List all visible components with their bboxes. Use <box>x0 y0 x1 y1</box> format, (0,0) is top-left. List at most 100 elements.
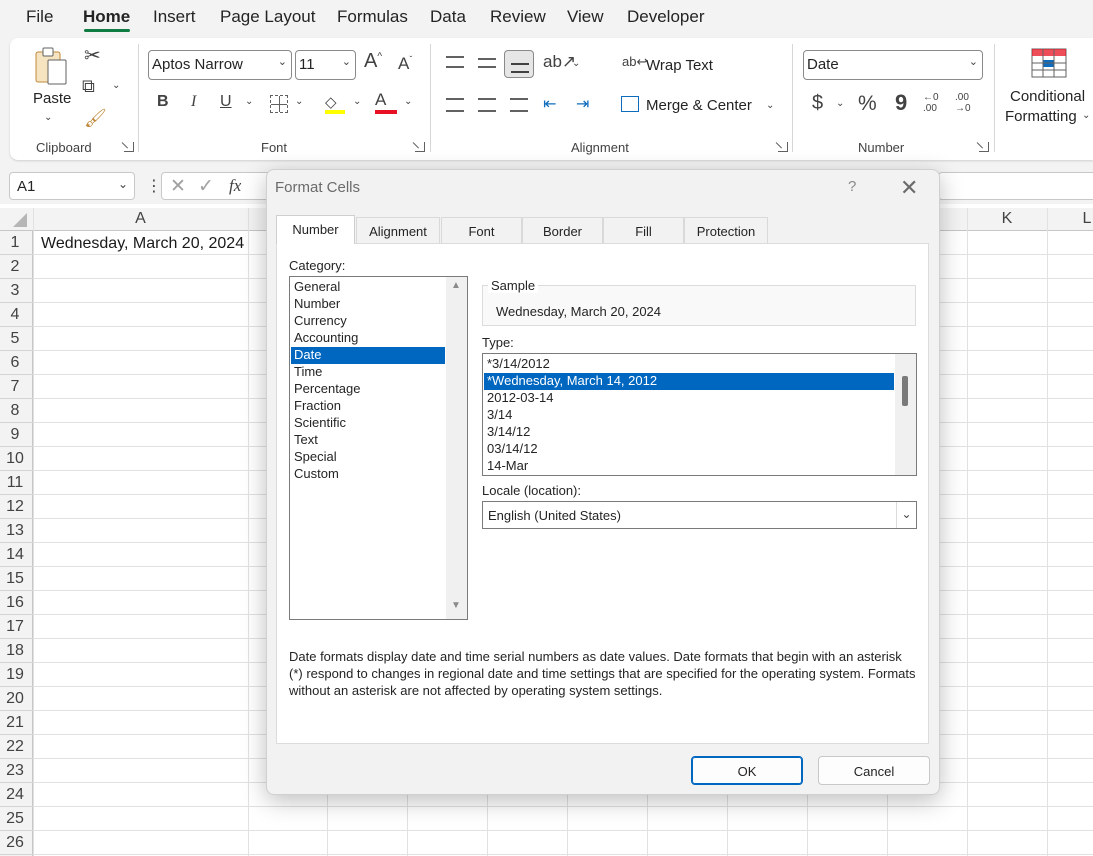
align-bottom-button[interactable] <box>504 50 534 78</box>
number-format-select[interactable]: Date ⌄ <box>803 50 983 80</box>
category-item[interactable]: Time <box>294 364 445 381</box>
category-item[interactable]: General <box>294 279 445 296</box>
menu-tab-insert[interactable]: Insert <box>153 7 196 27</box>
category-item[interactable]: Accounting <box>294 330 445 347</box>
borders-icon[interactable] <box>270 95 288 113</box>
align-left-icon[interactable] <box>446 98 464 112</box>
category-item[interactable]: Currency <box>294 313 445 330</box>
row-header[interactable]: 6 <box>0 354 30 372</box>
type-item[interactable]: *3/14/2012 <box>487 356 893 373</box>
font-color-icon[interactable]: A <box>375 90 397 116</box>
menu-tab-formulas[interactable]: Formulas <box>337 7 408 27</box>
category-item[interactable]: Custom <box>294 466 445 483</box>
shrink-font-icon[interactable]: Aˇ <box>398 54 412 74</box>
bold-button[interactable]: B <box>157 93 169 111</box>
orientation-dropdown-icon[interactable]: ⌄ <box>572 58 580 69</box>
font-size-select[interactable]: 11 ⌄ <box>295 50 356 80</box>
underline-dropdown-icon[interactable]: ⌄ <box>245 96 253 107</box>
number-launcher-icon[interactable] <box>979 142 989 152</box>
type-item[interactable]: 03/14/12 <box>487 441 893 458</box>
tab-border[interactable]: Border <box>522 217 603 243</box>
percent-style-button[interactable]: % <box>858 92 877 116</box>
row-header[interactable]: 24 <box>0 786 30 804</box>
cancel-entry-icon[interactable]: ✕ <box>170 175 186 198</box>
row-header[interactable]: 4 <box>0 306 30 324</box>
increase-decimal-icon[interactable]: ←0.00 <box>923 92 949 118</box>
category-item[interactable]: Number <box>294 296 445 313</box>
menu-tab-file[interactable]: File <box>26 7 53 27</box>
cell-a1[interactable]: Wednesday, March 20, 2024 <box>41 235 244 253</box>
font-launcher-icon[interactable] <box>415 142 425 152</box>
row-header[interactable]: 10 <box>0 450 30 468</box>
row-header[interactable]: 3 <box>0 282 30 300</box>
category-item[interactable]: Date <box>291 347 445 364</box>
row-header[interactable]: 8 <box>0 402 30 420</box>
row-header[interactable]: 13 <box>0 522 30 540</box>
menu-tab-view[interactable]: View <box>567 7 604 27</box>
type-scrollbar[interactable] <box>895 354 916 475</box>
increase-indent-icon[interactable]: ⇥ <box>576 94 589 114</box>
row-header[interactable]: 25 <box>0 810 30 828</box>
tab-font[interactable]: Font <box>441 217 522 243</box>
category-item[interactable]: Scientific <box>294 415 445 432</box>
align-middle-icon[interactable] <box>478 58 496 68</box>
accounting-dropdown-icon[interactable]: ⌄ <box>836 98 844 109</box>
category-item[interactable]: Percentage <box>294 381 445 398</box>
grow-font-icon[interactable]: A^ <box>364 50 382 73</box>
fill-color-icon[interactable]: ◇ <box>325 93 345 115</box>
merge-center-dropdown-icon[interactable]: ⌄ <box>766 100 774 111</box>
row-header[interactable]: 16 <box>0 594 30 612</box>
row-header[interactable]: 7 <box>0 378 30 396</box>
font-color-dropdown-icon[interactable]: ⌄ <box>404 96 412 107</box>
conditional-formatting-icon[interactable] <box>1031 48 1067 78</box>
type-item[interactable]: 3/14 <box>487 407 893 424</box>
row-header[interactable]: 26 <box>0 834 30 852</box>
category-scrollbar[interactable]: ▲ ▼ <box>446 277 467 619</box>
paste-dropdown-icon[interactable]: ⌄ <box>44 112 52 123</box>
formula-input[interactable] <box>938 172 1093 200</box>
conditional-formatting-dropdown-icon[interactable]: ⌄ <box>1082 110 1090 121</box>
tab-protection[interactable]: Protection <box>684 217 768 243</box>
merge-center-icon[interactable] <box>621 96 639 112</box>
row-header[interactable]: 2 <box>0 258 30 276</box>
more-options-icon[interactable]: ⋮ <box>146 176 162 196</box>
align-center-icon[interactable] <box>478 98 496 112</box>
type-scrollbar-thumb[interactable] <box>902 376 908 406</box>
scroll-down-icon[interactable]: ▼ <box>451 600 461 611</box>
decrease-indent-icon[interactable]: ⇤ <box>543 94 556 114</box>
copy-icon[interactable]: ⧉ <box>82 76 95 97</box>
row-header[interactable]: 23 <box>0 762 30 780</box>
menu-tab-data[interactable]: Data <box>430 7 466 27</box>
align-top-icon[interactable] <box>446 56 464 68</box>
row-header[interactable]: 21 <box>0 714 30 732</box>
borders-dropdown-icon[interactable]: ⌄ <box>295 96 303 107</box>
type-item[interactable]: 2012-03-14 <box>487 390 893 407</box>
locale-select[interactable]: English (United States) <box>482 501 917 529</box>
tab-fill[interactable]: Fill <box>603 217 684 243</box>
conditional-formatting-label-2[interactable]: Formatting <box>1005 108 1077 125</box>
row-header[interactable]: 19 <box>0 666 30 684</box>
row-header[interactable]: 5 <box>0 330 30 348</box>
category-item[interactable]: Special <box>294 449 445 466</box>
merge-center-button[interactable]: Merge & Center <box>646 97 752 114</box>
decrease-decimal-icon[interactable]: .00 →0 <box>955 92 981 118</box>
conditional-formatting-label-1[interactable]: Conditional <box>1010 88 1085 105</box>
tab-alignment[interactable]: Alignment <box>356 217 440 243</box>
align-right-icon[interactable] <box>510 98 528 112</box>
help-icon[interactable]: ? <box>848 178 856 195</box>
column-header-k[interactable]: K <box>967 210 1047 230</box>
accounting-format-button[interactable]: $ <box>812 92 823 115</box>
fill-color-dropdown-icon[interactable]: ⌄ <box>353 96 361 107</box>
category-item[interactable]: Text <box>294 432 445 449</box>
close-icon[interactable]: ✕ <box>900 175 918 201</box>
tab-number[interactable]: Number <box>276 215 355 244</box>
row-header[interactable]: 14 <box>0 546 30 564</box>
menu-tab-developer[interactable]: Developer <box>627 7 705 27</box>
chevron-down-icon[interactable]: ⌄ <box>896 502 916 528</box>
row-header[interactable]: 1 <box>0 234 30 252</box>
row-header[interactable]: 11 <box>0 474 30 492</box>
underline-button[interactable]: U <box>220 93 232 111</box>
select-all-icon[interactable] <box>13 213 27 227</box>
ok-button[interactable]: OK <box>691 756 803 785</box>
menu-tab-review[interactable]: Review <box>490 7 546 27</box>
